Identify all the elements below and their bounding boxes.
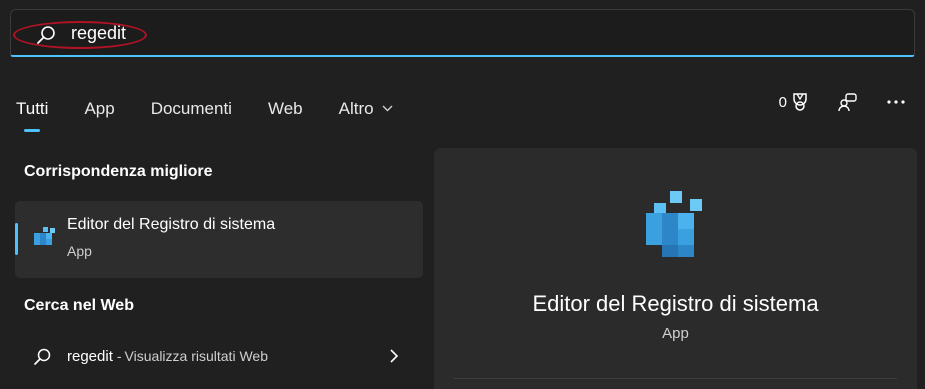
search-icon [37,26,55,44]
tab-app[interactable]: App [82,99,116,119]
preview-type: App [662,325,689,342]
web-separator: - [116,348,122,364]
web-search-heading: Cerca nel Web [24,297,134,314]
search-bar[interactable]: regedit [10,9,915,57]
share-devices-icon[interactable] [837,91,859,113]
tab-label: Documenti [150,99,232,118]
best-match-name: Editor del Registro di sistema [67,216,276,233]
selection-indicator [15,223,18,255]
rewards-points: 0 [778,93,787,111]
best-match-result[interactable]: Editor del Registro di sistema App [15,201,423,278]
tab-label: Web [267,99,303,118]
tab-web[interactable]: Web [266,99,305,119]
web-query: regedit [67,348,113,365]
tab-documenti[interactable]: Documenti [149,99,234,119]
tab-label: App [84,99,115,118]
search-input[interactable]: regedit [71,23,126,44]
preview-pane: Editor del Registro di sistema App [434,148,917,389]
active-tab-indicator [24,129,41,132]
web-search-result[interactable]: regedit - Visualizza risultati Web [15,336,423,378]
tab-altro[interactable]: Altro [337,99,396,119]
filter-tabs: Tutti App Documenti Web Altro [14,92,427,132]
trophy-icon[interactable] [789,91,811,113]
start-search-window: regedit Tutti App Documenti Web Altro 0 [0,0,925,389]
registry-editor-icon [646,191,702,257]
best-match-type: App [67,243,92,259]
web-search-text: regedit - Visualizza risultati Web [67,348,268,365]
best-match-heading: Corrispondenza migliore [24,163,213,180]
chevron-down-icon [382,105,393,112]
preview-title: Editor del Registro di sistema [532,291,819,316]
chevron-right-icon [390,349,399,363]
tab-label: Altro [338,99,374,118]
tab-label: Tutti [16,99,49,118]
tab-tutti[interactable]: Tutti [14,99,50,132]
web-subtitle: Visualizza risultati Web [124,348,268,364]
registry-editor-icon [34,227,55,245]
more-options-icon[interactable] [885,91,907,113]
divider [454,378,897,379]
header-tools: 0 [779,90,907,114]
search-icon [34,348,51,365]
